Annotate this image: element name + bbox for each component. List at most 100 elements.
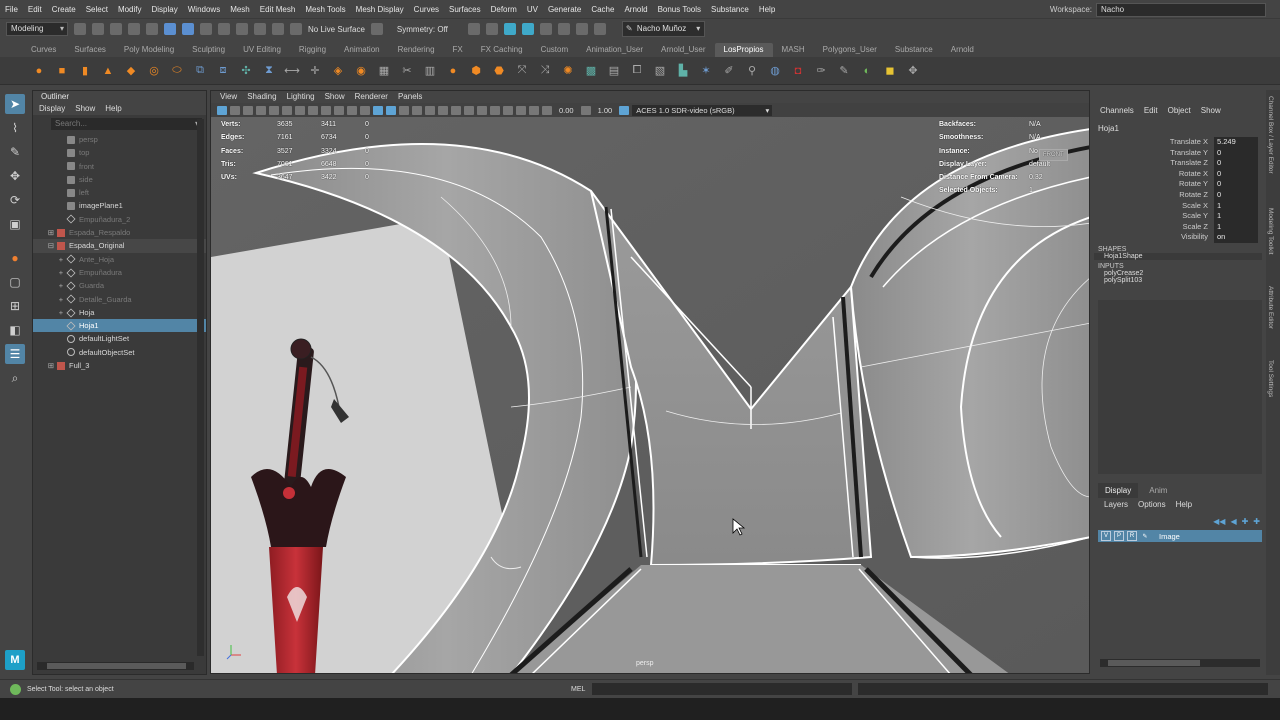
xray-active-icon[interactable] [529, 105, 539, 115]
shelf-tab-fx-caching[interactable]: FX Caching [472, 43, 532, 57]
shelf-tab-substance[interactable]: Substance [886, 43, 942, 57]
viewport-menu-view[interactable]: View [220, 91, 237, 103]
channel-scale-z[interactable]: Scale Z 1 [1094, 221, 1266, 233]
layer-editor-scrollbar[interactable] [1100, 659, 1260, 667]
channel-scale-y[interactable]: Scale Y 1 [1094, 211, 1266, 222]
outliner-item-detalle-guarda[interactable]: + Detalle_Guarda [33, 293, 206, 306]
gamma-icon[interactable] [580, 105, 591, 115]
planar-map-icon[interactable]: ▤ [605, 62, 623, 80]
channel-value-field[interactable]: 1 [1214, 211, 1258, 222]
xray-icon[interactable] [399, 105, 409, 115]
menu-modify[interactable]: Modify [113, 5, 147, 14]
viewport-panel[interactable]: View Shading Lighting Show Renderer Panels 0.… [210, 90, 1090, 674]
viewport-menu-show[interactable]: Show [325, 91, 345, 103]
menu-edit-mesh[interactable]: Edit Mesh [255, 5, 301, 14]
outliner-item-left[interactable]: left [33, 186, 206, 199]
sphere-icon[interactable]: ● [30, 62, 48, 80]
outliner-menu-show[interactable]: Show [75, 103, 95, 115]
outliner-expand-icon[interactable]: + [57, 253, 65, 266]
shelf-tab-arnold[interactable]: Arnold [942, 43, 983, 57]
menu-set-dropdown[interactable]: Modeling [6, 22, 68, 36]
merge-icon[interactable]: ⤧ [513, 62, 531, 80]
workspace-dropdown[interactable]: Nacho [1096, 2, 1266, 17]
side-tab-channel-box-layer-editor[interactable]: Channel Box / Layer Editor [1267, 96, 1274, 174]
scale-tool-icon[interactable]: ▣ [5, 214, 25, 234]
search-icon[interactable]: ⌕ [5, 368, 25, 388]
new-layer-selected-icon[interactable]: ✚ [1253, 517, 1260, 526]
menu-select[interactable]: Select [81, 5, 113, 14]
shelf-tab-animation-user[interactable]: Animation_User [577, 43, 652, 57]
safe-action-icon[interactable] [334, 105, 344, 115]
viewport-menu-renderer[interactable]: Renderer [355, 91, 388, 103]
channel-translate-y[interactable]: Translate Y 0 [1094, 147, 1266, 159]
channel-box-menu-show[interactable]: Show [1201, 106, 1221, 115]
curve-tool-icon[interactable]: ✐ [720, 62, 738, 80]
menu-surfaces[interactable]: Surfaces [444, 5, 486, 14]
textured-icon[interactable] [412, 105, 422, 115]
transform-icon[interactable]: ✥ [904, 62, 922, 80]
snap-grid-icon[interactable] [218, 23, 230, 35]
side-tab-modeling-toolkit[interactable]: Modeling Toolkit [1267, 208, 1274, 255]
outliner-search-input[interactable]: Search... [51, 118, 202, 130]
select-hierarchy-icon[interactable] [164, 23, 176, 35]
camera-attributes-icon[interactable] [230, 105, 240, 115]
view-transform-dropdown[interactable]: ACES 1.0 SDR-video (sRGB) [632, 104, 773, 116]
shadows-icon[interactable] [438, 105, 448, 115]
viewport-menu-panels[interactable]: Panels [398, 91, 422, 103]
new-scene-icon[interactable] [74, 23, 86, 35]
outliner-expand-icon[interactable]: + [57, 266, 65, 279]
select-tool-icon[interactable]: ➤ [5, 94, 25, 114]
transfer-icon[interactable]: ⧠ [628, 62, 646, 80]
select-camera-icon[interactable] [217, 105, 227, 115]
outliner-item-full-3[interactable]: ⊞ Full_3 [33, 359, 206, 372]
bookmark-icon[interactable] [243, 105, 253, 115]
menu-uv[interactable]: UV [522, 5, 543, 14]
shelf-tab-rigging[interactable]: Rigging [290, 43, 335, 57]
multicut-icon[interactable]: ✂ [398, 62, 416, 80]
shelf-tab-poly-modeling[interactable]: Poly Modeling [115, 43, 183, 57]
channel-value-field[interactable]: 0 [1214, 179, 1258, 190]
layer-tab-display[interactable]: Display [1098, 483, 1139, 498]
align-icon[interactable]: ⧗ [260, 62, 278, 80]
shelf-tab-uv-editing[interactable]: UV Editing [234, 43, 290, 57]
menu-arnold[interactable]: Arnold [619, 5, 652, 14]
lasso-tool-icon[interactable]: ⌇ [5, 118, 25, 138]
channel-rotate-y[interactable]: Rotate Y 0 [1094, 179, 1266, 190]
light-icon[interactable]: ◼ [881, 62, 899, 80]
depth-of-field-icon[interactable] [490, 105, 500, 115]
history-icon[interactable] [370, 23, 383, 35]
channel-scale-x[interactable]: Scale X 1 [1094, 200, 1266, 212]
viewport-menu-shading[interactable]: Shading [247, 91, 276, 103]
freeze-icon[interactable]: ▧ [651, 62, 669, 80]
channel-value-field[interactable]: 0 [1214, 158, 1258, 169]
channel-value-field[interactable]: 1 [1214, 200, 1258, 212]
outliner-vertical-scrollbar[interactable] [197, 119, 204, 656]
image-plane-icon[interactable] [256, 105, 266, 115]
graph-icon[interactable]: ▙ [674, 62, 692, 80]
xray-joints-icon[interactable] [516, 105, 526, 115]
paint-icon[interactable]: ✎ [835, 62, 853, 80]
shelf-tab-fx[interactable]: FX [444, 43, 472, 57]
menu-deform[interactable]: Deform [486, 5, 522, 14]
open-scene-icon[interactable] [92, 23, 104, 35]
safe-title-icon[interactable] [347, 105, 357, 115]
shelf-tab-surfaces[interactable]: Surfaces [65, 43, 115, 57]
cylinder-icon[interactable]: ▮ [76, 62, 94, 80]
channel-visibility[interactable]: Visibility on [1094, 232, 1266, 243]
globe-icon[interactable]: ◐ [858, 62, 876, 80]
four-view-icon[interactable]: ⊞ [5, 296, 25, 316]
outliner-expand-icon[interactable]: ⊞ [47, 359, 55, 372]
channel-value-field[interactable]: 5.249 [1214, 137, 1258, 148]
exposure-field[interactable]: 0.00 [555, 106, 578, 115]
layer-menu-options[interactable]: Options [1138, 498, 1166, 512]
exposure-icon[interactable] [542, 105, 552, 115]
redo-icon[interactable] [146, 23, 158, 35]
display-layer-row[interactable]: V P R ✎ Image [1098, 530, 1262, 542]
anti-aliasing-icon[interactable] [477, 105, 487, 115]
outliner-item-guarda[interactable]: + Guarda [33, 279, 206, 292]
hypershade-icon[interactable] [521, 23, 534, 35]
single-view-icon[interactable]: ▢ [5, 272, 25, 292]
mash-icon[interactable]: ◘ [789, 62, 807, 80]
shelf-tab-sculpting[interactable]: Sculpting [183, 43, 234, 57]
menu-cache[interactable]: Cache [586, 5, 619, 14]
